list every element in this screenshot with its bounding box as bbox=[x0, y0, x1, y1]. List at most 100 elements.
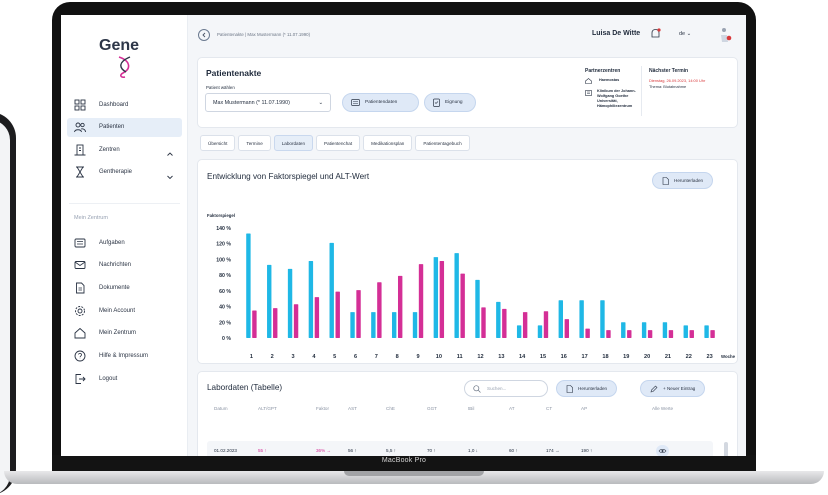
new-entry-button[interactable]: + Neuer Eintrag bbox=[640, 380, 706, 397]
tab-übersicht[interactable]: Übersicht bbox=[200, 135, 236, 151]
sidebar-item-label: Aufgaben bbox=[99, 239, 125, 246]
table-download-button[interactable]: Herunterladen bbox=[556, 380, 618, 397]
bar-series-2 bbox=[543, 311, 549, 338]
next-appointment-date: Dienstag, 26.09.2023, 14:00 Uhr bbox=[649, 78, 706, 83]
x-tick-label: 16 bbox=[561, 354, 567, 360]
table-cell: 01.02.2023 bbox=[214, 448, 237, 453]
eye-icon[interactable] bbox=[656, 445, 669, 456]
bar-series-2 bbox=[647, 330, 653, 338]
bar-series-2 bbox=[335, 291, 340, 338]
tab-labordaten[interactable]: Labordaten bbox=[273, 135, 313, 151]
mail-icon bbox=[74, 259, 86, 271]
table-download-label: Herunterladen bbox=[578, 386, 608, 391]
back-button[interactable] bbox=[198, 29, 210, 41]
patient-data-button[interactable]: Patientendaten bbox=[342, 93, 419, 112]
table-scrollbar[interactable] bbox=[724, 442, 728, 456]
tab-patiententagebuch[interactable]: Patiententagebuch bbox=[415, 135, 470, 151]
x-tick-label: 2 bbox=[271, 354, 274, 360]
bar-series-1 bbox=[287, 268, 293, 338]
bar-series-1 bbox=[246, 233, 251, 338]
table-card: Labordaten (Tabelle) Suchen... Herunterl… bbox=[197, 371, 738, 456]
table-title: Labordaten (Tabelle) bbox=[207, 383, 283, 392]
tab-patientenchat[interactable]: Patientenchat bbox=[316, 135, 361, 151]
chevron-up-icon[interactable] bbox=[166, 145, 174, 156]
y-tick-label: 120 % bbox=[216, 242, 231, 248]
sidebar-item-mein-zentrum[interactable]: Mein Zentrum bbox=[67, 324, 182, 343]
bar-series-1 bbox=[454, 253, 459, 338]
table-cell: 70 ↑ bbox=[427, 448, 436, 453]
bar-series-2 bbox=[397, 275, 403, 338]
column-header[interactable]: AST bbox=[348, 406, 357, 411]
sidebar-item-gentherapie[interactable]: Gentherapie bbox=[67, 163, 182, 182]
x-axis-label: Woche bbox=[721, 354, 736, 359]
bar-series-1 bbox=[600, 300, 605, 338]
bar-series-1 bbox=[391, 312, 397, 338]
column-header[interactable]: GGT bbox=[427, 406, 437, 411]
table-cell: 174 → bbox=[546, 448, 560, 453]
x-tick-label: 8 bbox=[396, 354, 399, 360]
bar-series-1 bbox=[350, 312, 355, 338]
y-axis-label: Faktorspiegel bbox=[207, 213, 235, 218]
tab-termine[interactable]: Termine bbox=[238, 135, 271, 151]
partner-row[interactable]: Haemostas bbox=[585, 78, 619, 85]
patient-select[interactable]: Max Mustermann (* 11.07.1990) ⌄ bbox=[205, 93, 331, 112]
chevron-down-icon[interactable] bbox=[166, 168, 174, 179]
bar-series-2 bbox=[460, 273, 465, 338]
column-header[interactable]: AT bbox=[509, 406, 515, 411]
x-tick-label: 13 bbox=[498, 354, 504, 360]
column-header[interactable]: tBil bbox=[468, 406, 474, 411]
column-header[interactable]: CT bbox=[546, 406, 552, 411]
column-header[interactable]: ALT/GPT bbox=[258, 406, 277, 411]
sidebar-item-hilfe-impressum[interactable]: Hilfe & Impressum bbox=[67, 347, 182, 366]
tab-medikationsplan[interactable]: Medikationsplan bbox=[363, 135, 413, 151]
sidebar-item-dashboard[interactable]: Dashboard bbox=[67, 95, 182, 114]
bar-series-2 bbox=[606, 330, 611, 338]
column-header[interactable]: AP bbox=[581, 406, 587, 411]
arrow-left-icon bbox=[202, 32, 206, 38]
bar-series-1 bbox=[641, 322, 647, 338]
bar-series-1 bbox=[558, 300, 564, 338]
bar-series-2 bbox=[668, 330, 674, 338]
patient-data-label: Patientendaten bbox=[365, 100, 398, 105]
sidebar-item-mein-account[interactable]: Mein Account bbox=[67, 301, 182, 320]
x-tick-label: 12 bbox=[477, 354, 483, 360]
sidebar-item-aufgaben[interactable]: Aufgaben bbox=[67, 233, 182, 252]
bar-series-2 bbox=[585, 328, 590, 338]
column-header[interactable]: Datum bbox=[214, 406, 228, 411]
bar-series-2 bbox=[689, 330, 694, 338]
table-row[interactable]: 01.02.2023 55 ↑ 36% → 56 ↑ 5,5 ↑ 70 ↑ 1,0 ↓ 60 … bbox=[207, 441, 713, 456]
column-header[interactable]: Faktor bbox=[316, 406, 329, 411]
sidebar-item-dokumente[interactable]: Dokumente bbox=[67, 278, 182, 297]
table-cell: 190 ↑ bbox=[581, 448, 593, 453]
column-header[interactable]: Alle Werte bbox=[652, 406, 673, 411]
sidebar-divider bbox=[69, 203, 180, 204]
sidebar-item-label: Nachrichten bbox=[99, 262, 132, 269]
avatar[interactable] bbox=[718, 26, 732, 44]
x-tick-label: 20 bbox=[644, 354, 650, 360]
partner-centers-title: Partnerzentren bbox=[585, 68, 621, 74]
user-name[interactable]: Luisa De Witte bbox=[592, 30, 640, 37]
sidebar-item-nachrichten[interactable]: Nachrichten bbox=[67, 256, 182, 275]
sidebar-item-patienten[interactable]: Patienten bbox=[67, 117, 182, 137]
pen-icon bbox=[650, 385, 658, 393]
table-header: Datum ALT/GPT Faktor AST ChE GGT tBil AT CT AP All… bbox=[198, 406, 739, 418]
x-tick-label: 3 bbox=[292, 354, 295, 360]
x-tick-label: 23 bbox=[706, 354, 712, 360]
column-header[interactable]: ChE bbox=[386, 406, 395, 411]
sidebar-item-zentren[interactable]: Zentren bbox=[67, 140, 182, 159]
settings-icon bbox=[74, 305, 86, 317]
search-input[interactable]: Suchen... bbox=[464, 380, 548, 397]
language-selector[interactable]: de ⌄ bbox=[679, 31, 691, 37]
new-entry-label: + Neuer Eintrag bbox=[663, 386, 696, 391]
sidebar-item-label: Logout bbox=[99, 375, 118, 382]
y-tick-label: 100 % bbox=[216, 257, 231, 263]
sidebar-item-logout[interactable]: Logout bbox=[67, 369, 182, 388]
logo[interactable]: Gene bbox=[99, 37, 139, 55]
bar-series-2 bbox=[273, 308, 278, 338]
y-tick-label: 60 % bbox=[219, 289, 231, 295]
bell-icon[interactable] bbox=[650, 28, 661, 40]
sidebar-item-label: Zentren bbox=[99, 146, 120, 153]
eligibility-button[interactable]: Eignung bbox=[424, 93, 476, 112]
bar-series-2 bbox=[356, 290, 361, 338]
partner-name: Haemostas bbox=[599, 78, 620, 82]
